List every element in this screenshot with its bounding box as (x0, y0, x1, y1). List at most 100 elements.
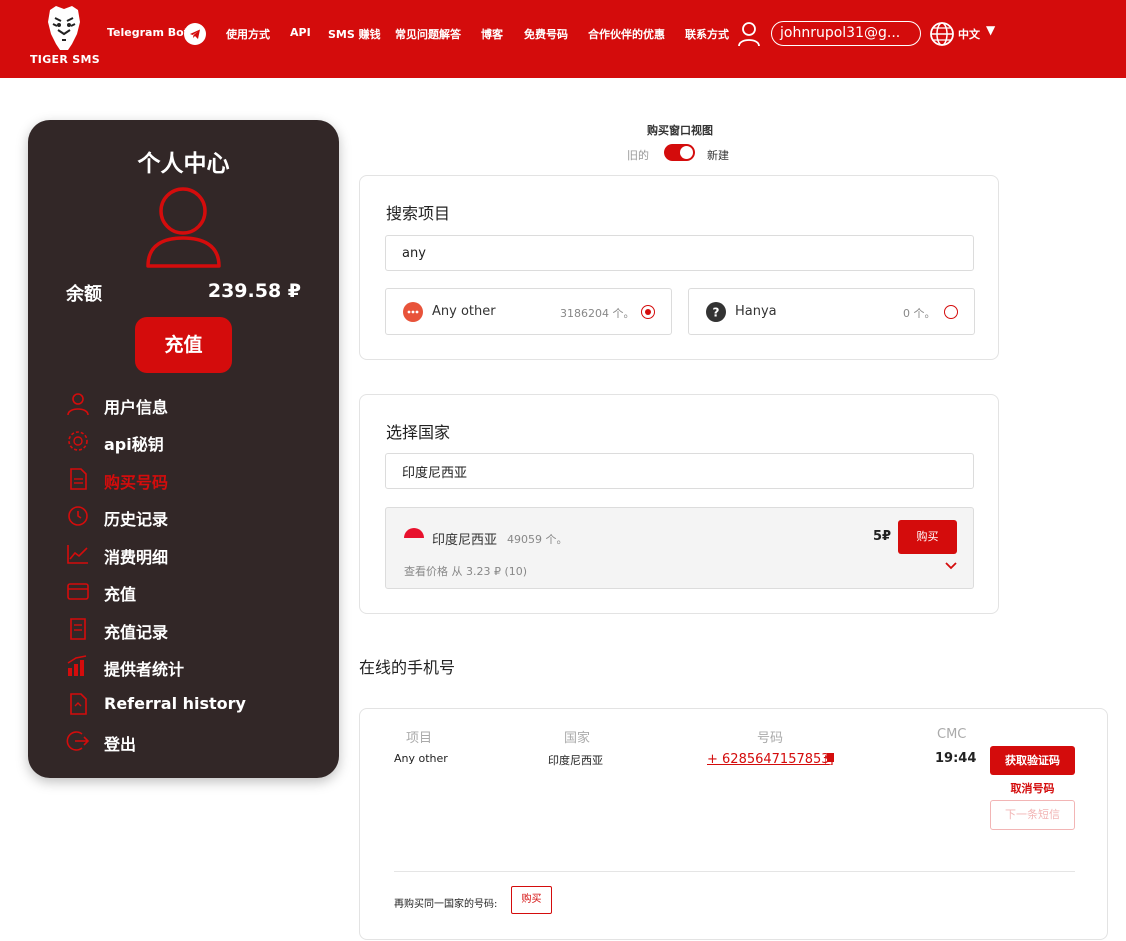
country-option-indonesia[interactable]: 印度尼西亚 49059 个。 5₽ 购买 查看价格 从 3.23 ₽ (10) (385, 507, 974, 589)
select-country-title: 选择国家 (386, 423, 451, 442)
user-icon[interactable] (737, 21, 761, 47)
logout-icon (66, 731, 90, 751)
buy-document-icon (70, 468, 87, 490)
service-count: 0 个。 (903, 307, 936, 320)
chart-line-icon (67, 545, 88, 564)
sidebar-item-label: 充值记录 (104, 623, 169, 642)
service-option-hanya[interactable]: ? Hanya 0 个。 (688, 288, 975, 335)
sidebar-item-logout[interactable]: 登出 (66, 729, 306, 755)
service-search-input[interactable] (385, 235, 974, 271)
sidebar-item-label: Referral history (104, 694, 246, 713)
search-service-title: 搜索项目 (386, 204, 451, 223)
column-header-country: 国家 (564, 731, 591, 746)
balance-label: 余额 (66, 284, 102, 305)
next-sms-button[interactable]: 下一条短信 (990, 800, 1075, 830)
sidebar-item-label: 充值 (104, 585, 137, 604)
price-from-link[interactable]: 查看价格 从 3.23 ₽ (10) (404, 563, 527, 579)
referral-icon (70, 693, 87, 715)
sidebar-item-history[interactable]: 历史记录 (66, 504, 306, 530)
user-icon (67, 393, 89, 416)
avatar-icon (146, 187, 221, 268)
sidebar-item-label: 消费明细 (104, 548, 169, 567)
country-search-input[interactable] (385, 453, 974, 489)
nav-api[interactable]: API (290, 26, 311, 39)
service-option-any-other[interactable]: Any other 3186204 个。 (385, 288, 672, 335)
telegram-icon[interactable] (184, 23, 206, 45)
sidebar-item-label: 历史记录 (104, 510, 169, 529)
cancel-number-link[interactable]: 取消号码 (990, 780, 1075, 796)
sidebar-item-provider-stats[interactable]: 提供者统计 (66, 654, 306, 680)
nav-free-numbers[interactable]: 免费号码 (524, 26, 568, 42)
rebuy-label: 再购买同一国家的号码: (394, 899, 498, 910)
bar-stats-icon (67, 655, 87, 676)
service-count: 3186204 个。 (560, 307, 635, 320)
divider (394, 871, 1075, 872)
sidebar-item-topup[interactable]: 充值 (66, 579, 306, 605)
wallet-icon (67, 583, 89, 600)
copy-icon[interactable] (825, 753, 834, 765)
caret-down-icon[interactable]: ▼ (986, 23, 995, 37)
country-count: 49059 个。 (507, 533, 568, 546)
chevron-down-icon[interactable] (944, 561, 958, 571)
service-radio[interactable] (944, 305, 958, 319)
sidebar-item-referral-history[interactable]: Referral history (66, 692, 306, 718)
toggle-knob (680, 146, 693, 159)
api-gear-icon (68, 431, 88, 451)
indonesia-flag-icon (404, 528, 424, 548)
profile-sidebar: 个人中心 余额 239.58 ₽ 充值 用户信息 api秘钥 购买号码 历史记录… (28, 120, 339, 778)
nav-partners[interactable]: 合作伙伴的优惠 (588, 26, 665, 42)
sms-timer: 19:44 (935, 751, 977, 766)
question-icon: ? (706, 302, 726, 322)
row-country: 印度尼西亚 (548, 754, 603, 767)
buy-button[interactable]: 购买 (898, 520, 957, 554)
view-toggle-new-label[interactable]: 新建 (707, 147, 729, 163)
svg-text:?: ? (713, 306, 720, 320)
service-radio-selected[interactable] (641, 305, 655, 319)
search-service-card: 搜索项目 Any other 3186204 个。 ? Hanya 0 个。 (359, 175, 999, 360)
sidebar-item-topup-history[interactable]: 充值记录 (66, 617, 306, 643)
sidebar-item-label: 用户信息 (104, 398, 169, 417)
phone-number-link[interactable]: + 6285647157853 (707, 752, 830, 767)
column-header-service: 项目 (406, 731, 433, 746)
online-numbers-title: 在线的手机号 (359, 658, 456, 677)
topup-button[interactable]: 充值 (135, 317, 232, 373)
sidebar-item-user-info[interactable]: 用户信息 (66, 392, 306, 418)
balance-value: 239.58 ₽ (207, 280, 301, 302)
select-country-card: 选择国家 印度尼西亚 49059 个。 5₽ 购买 查看价格 从 3.23 ₽ … (359, 394, 999, 614)
sidebar-item-label: 购买号码 (104, 473, 169, 492)
rebuy-button[interactable]: 购买 (511, 886, 552, 914)
column-header-sms: CMC (937, 727, 967, 742)
nav-how-to[interactable]: 使用方式 (226, 26, 270, 42)
dots-icon (403, 302, 423, 322)
view-toggle-title: 购买窗口视图 (647, 124, 713, 137)
column-header-number: 号码 (757, 731, 784, 746)
nav-telegram-bot[interactable]: Telegram Bot (107, 26, 189, 39)
sidebar-item-spending[interactable]: 消费明细 (66, 542, 306, 568)
row-service: Any other (394, 752, 448, 765)
country-price: 5₽ (873, 529, 892, 544)
online-numbers-card: 项目 国家 号码 CMC Any other 印度尼西亚 + 628564715… (359, 708, 1108, 940)
sidebar-title: 个人中心 (137, 151, 230, 177)
service-name: Any other (432, 304, 496, 319)
sidebar-item-label: 提供者统计 (104, 660, 185, 679)
language-selector[interactable]: 中文 (958, 26, 980, 42)
get-code-button[interactable]: 获取验证码 (990, 746, 1075, 775)
sidebar-item-label: api秘钥 (104, 435, 164, 454)
logo-text[interactable]: TIGER SMS (30, 53, 100, 66)
view-toggle-switch[interactable] (664, 144, 695, 161)
nav-contacts[interactable]: 联系方式 (685, 26, 729, 42)
receipt-icon (70, 618, 86, 640)
history-icon (68, 506, 88, 526)
sidebar-item-api-key[interactable]: api秘钥 (66, 429, 306, 455)
nav-sms-earn[interactable]: SMS 赚钱 (328, 26, 381, 42)
service-name: Hanya (735, 304, 777, 319)
country-name: 印度尼西亚 (432, 533, 498, 548)
nav-blog[interactable]: 博客 (481, 26, 503, 42)
sidebar-item-label: 登出 (104, 735, 137, 754)
sidebar-item-buy-number[interactable]: 购买号码 (66, 467, 306, 493)
top-header: TIGER SMS Telegram Bot 使用方式 API SMS 赚钱 常… (0, 0, 1126, 78)
view-toggle-old-label[interactable]: 旧的 (627, 147, 649, 163)
account-email-button[interactable]: johnrupol31@g... (771, 21, 921, 46)
nav-faq[interactable]: 常见问题解答 (395, 26, 461, 42)
globe-icon[interactable] (929, 21, 955, 47)
